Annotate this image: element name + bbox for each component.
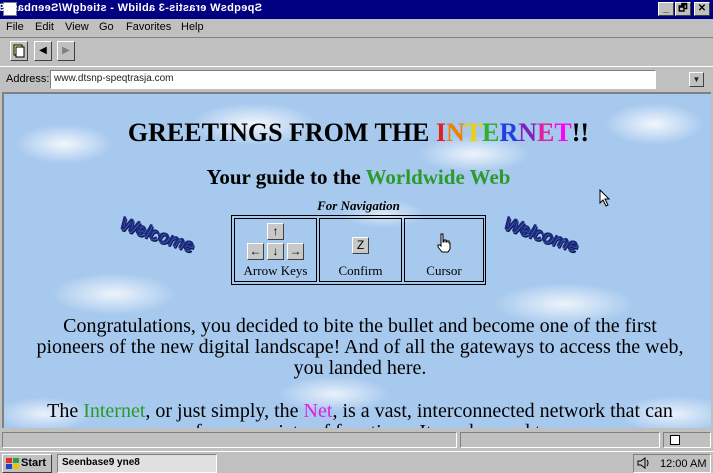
- nav-cell-arrow-keys: ↑ ← ↓ → Arrow Keys: [234, 218, 317, 282]
- nav-cell-confirm: Z Confirm: [319, 218, 402, 282]
- rainbow-letter: N: [518, 118, 538, 147]
- rainbow-letter: T: [554, 118, 572, 147]
- address-dropdown-button[interactable]: ▼: [689, 72, 704, 87]
- heading-rainbow-word: INTERNET: [436, 118, 572, 147]
- window-title: SpeqbsW erastis-3 ablidW - stiedgW/Seenb…: [0, 2, 262, 14]
- menu-view[interactable]: View: [65, 21, 89, 33]
- address-input[interactable]: www.dtsnp-speqtrasja.com ▼: [50, 70, 704, 89]
- internet-paragraph: The Internet, or just simply, the Net, i…: [30, 400, 690, 429]
- rainbow-letter: T: [464, 118, 483, 147]
- status-bar: [0, 430, 713, 450]
- rainbow-letter: E: [482, 118, 500, 147]
- forward-arrow-icon: ▶: [62, 45, 70, 56]
- toolbar: ◀ ▶: [0, 37, 713, 65]
- confirm-label: Confirm: [338, 263, 383, 278]
- rainbow-letter: E: [537, 118, 555, 147]
- menu-bar: File Edit View Go Favorites Help: [0, 19, 713, 37]
- system-tray: 12:00 AM: [633, 454, 711, 473]
- status-pane-progress: [460, 432, 660, 448]
- back-arrow-icon: ◀: [39, 45, 47, 56]
- rainbow-letter: I: [435, 118, 447, 147]
- arrow-left-key-icon: ←: [247, 243, 264, 260]
- maximize-button[interactable]: 🗗: [675, 2, 691, 16]
- navigation-table: ↑ ← ↓ → Arrow Keys Z Confirm Cursor: [231, 215, 486, 285]
- arrow-right-key-icon: →: [287, 243, 304, 260]
- speaker-icon[interactable]: [637, 457, 651, 469]
- heading-prefix: GREETINGS FROM THE: [127, 118, 436, 147]
- mouse-pointer-icon: [599, 189, 611, 207]
- menu-file[interactable]: File: [6, 21, 24, 33]
- cursor-label: Cursor: [426, 263, 462, 278]
- menu-favorites[interactable]: Favorites: [126, 21, 171, 33]
- nav-cell-cursor: Cursor: [404, 218, 484, 282]
- rainbow-letter: N: [446, 118, 465, 147]
- intro-paragraph: Congratulations, you decided to bite the…: [36, 315, 684, 379]
- menu-help[interactable]: Help: [181, 21, 204, 33]
- page-subheading: Your guide to the Worldwide Web: [4, 165, 711, 190]
- arrow-up-key-icon: ↑: [267, 223, 284, 240]
- menu-edit[interactable]: Edit: [35, 21, 54, 33]
- paragraph2-text-a: The: [47, 400, 84, 422]
- chevron-down-icon: ▼: [692, 75, 701, 84]
- welcome-graphic-right: Welcome: [500, 212, 580, 257]
- back-button[interactable]: ◀: [34, 41, 52, 61]
- taskbar: Start Seenbase9 yne8 12:00 AM: [0, 451, 713, 473]
- paragraph2-text-b: , or just simply, the: [145, 400, 304, 422]
- menu-go[interactable]: Go: [99, 21, 114, 33]
- restore-icon: 🗗: [678, 3, 688, 14]
- address-bar: Address: www.dtsnp-speqtrasja.com ▼: [0, 66, 713, 90]
- address-label: Address:: [6, 73, 50, 85]
- arrow-down-key-icon: ↓: [267, 243, 284, 260]
- minimize-button[interactable]: _: [658, 2, 674, 16]
- hand-pointer-icon: [437, 233, 451, 253]
- welcome-graphic-left: Welcome: [116, 212, 196, 257]
- title-bar[interactable]: SpeqbsW erastis-3 ablidW - stiedgW/Seenb…: [0, 0, 713, 19]
- page-zone-icon: [670, 435, 680, 445]
- z-key-icon: Z: [352, 237, 369, 254]
- start-label: Start: [21, 457, 47, 469]
- windows-logo-icon: [6, 458, 19, 469]
- minimize-icon: _: [663, 3, 669, 14]
- page-viewport[interactable]: GREETINGS FROM THE INTERNET!! Your guide…: [2, 92, 711, 428]
- subheading-highlight[interactable]: Worldwide Web: [366, 165, 511, 189]
- address-value: www.dtsnp-speqtrasja.com: [54, 73, 174, 84]
- page-icon: [13, 44, 25, 58]
- heading-suffix: !!: [571, 118, 590, 147]
- taskbar-browser-button[interactable]: Seenbase9 yne8: [57, 454, 217, 473]
- taskbar-browser-label: Seenbase9 yne8: [62, 457, 140, 468]
- start-button[interactable]: Start: [2, 454, 52, 473]
- page-heading: GREETINGS FROM THE INTERNET!!: [4, 118, 711, 148]
- clock[interactable]: 12:00 AM: [660, 456, 706, 472]
- forward-button[interactable]: ▶: [57, 41, 75, 61]
- net-link[interactable]: Net: [304, 400, 333, 422]
- arrow-keys-label: Arrow Keys: [243, 263, 308, 278]
- rainbow-letter: R: [499, 118, 519, 147]
- status-pane-main: [2, 432, 457, 448]
- subheading-prefix: Your guide to the: [206, 165, 366, 189]
- close-button[interactable]: ✕: [694, 2, 710, 16]
- status-pane-zone: [663, 432, 711, 448]
- close-icon: ✕: [697, 3, 707, 14]
- internet-link[interactable]: Internet: [83, 400, 145, 422]
- open-page-button[interactable]: [10, 41, 28, 61]
